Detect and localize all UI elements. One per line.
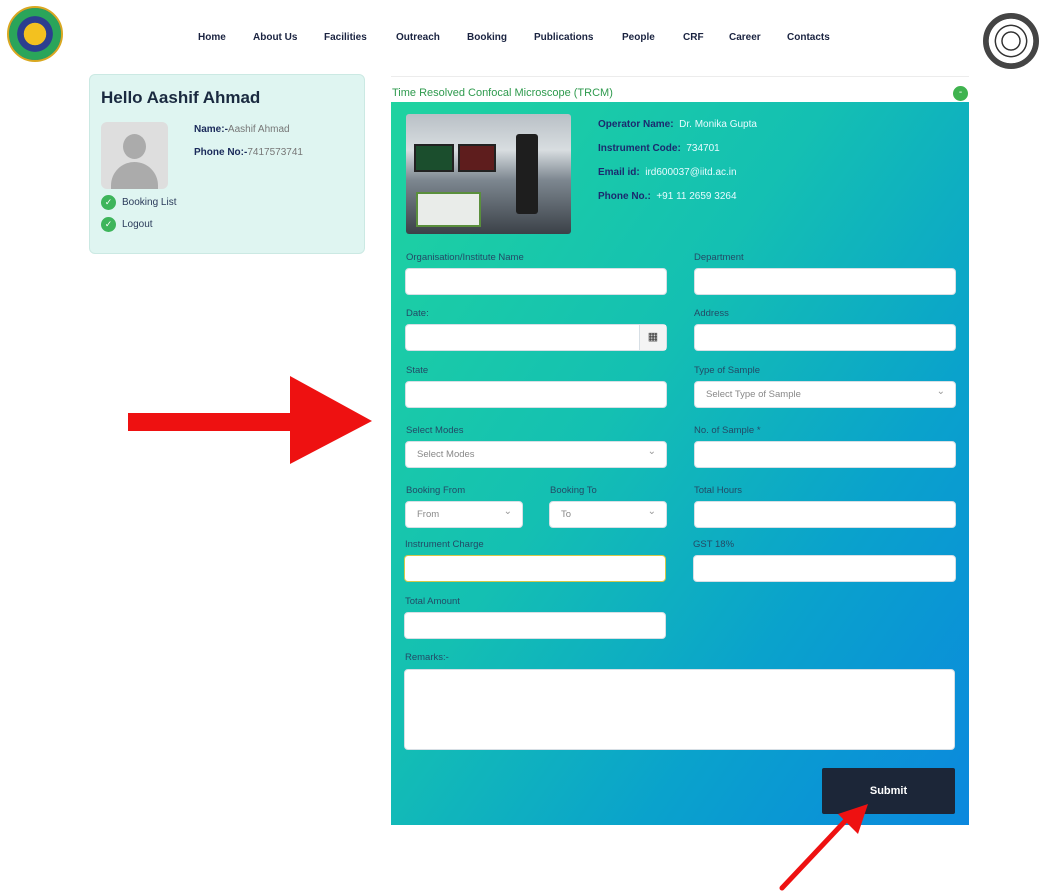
nav-home[interactable]: Home <box>198 32 226 43</box>
state-input[interactable] <box>405 381 667 408</box>
modes-select[interactable]: Select Modes <box>405 439 667 468</box>
photo-monitor-2 <box>458 144 496 172</box>
num-sample-input[interactable] <box>694 441 956 468</box>
booking-from-select[interactable]: From <box>405 499 523 528</box>
check-circle-icon: ✓ <box>101 195 116 210</box>
profile-name: Name:-Aashif Ahmad <box>194 124 290 135</box>
diagonal-arrow-annotation-icon <box>779 804 868 891</box>
profile-name-value: Aashif Ahmad <box>227 124 290 135</box>
booking-from-label: Booking From <box>406 485 466 496</box>
email-label: Email id: <box>598 167 640 178</box>
booking-list-link[interactable]: ✓ Booking List <box>101 195 176 210</box>
total-hours-input[interactable] <box>694 501 956 528</box>
phone-label: Phone No.: <box>598 191 651 202</box>
nav-booking[interactable]: Booking <box>467 32 507 43</box>
nav-contacts[interactable]: Contacts <box>787 32 830 43</box>
avatar-head-icon <box>123 134 146 159</box>
nav-outreach[interactable]: Outreach <box>396 32 440 43</box>
photo-microscope <box>516 134 538 214</box>
photo-monitor-1 <box>414 144 454 172</box>
address-input[interactable] <box>694 324 956 351</box>
main-nav: Home About Us Facilities Outreach Bookin… <box>0 32 1046 46</box>
check-circle-icon: ✓ <box>101 217 116 232</box>
instrument-code-label: Instrument Code: <box>598 143 681 154</box>
booking-to-label: Booking To <box>550 485 597 496</box>
operator-info: Operator Name: Dr. Monika Gupta <box>598 119 757 130</box>
gst-label: GST 18% <box>693 539 735 550</box>
email-info: Email id: ird600037@iitd.ac.in <box>598 167 737 178</box>
total-amount-label: Total Amount <box>405 596 460 607</box>
gst-input[interactable] <box>693 555 956 582</box>
email-value: ird600037@iitd.ac.in <box>645 167 737 178</box>
phone-info: Phone No.: +91 11 2659 3264 <box>598 191 737 202</box>
remarks-textarea[interactable] <box>404 669 955 750</box>
right-arrow-annotation-icon <box>128 376 372 464</box>
profile-card: Hello Aashif Ahmad Name:-Aashif Ahmad Ph… <box>89 74 365 254</box>
profile-name-label: Name:- <box>194 124 228 135</box>
dept-label: Department <box>694 252 744 263</box>
sample-type-select[interactable]: Select Type of Sample <box>694 379 956 408</box>
org-input[interactable] <box>405 268 667 295</box>
operator-label: Operator Name: <box>598 119 674 130</box>
phone-value: +91 11 2659 3264 <box>656 191 737 202</box>
sample-type-label: Type of Sample <box>694 365 761 376</box>
profile-phone-label: Phone No:- <box>194 147 248 158</box>
logout-label: Logout <box>122 219 153 230</box>
instrument-code-info: Instrument Code: 734701 <box>598 143 720 154</box>
modes-label: Select Modes <box>406 425 464 436</box>
nav-publications[interactable]: Publications <box>534 32 593 43</box>
instrument-code-value: 734701 <box>686 143 720 154</box>
date-input[interactable]: ▦ <box>405 324 667 351</box>
org-label: Organisation/Institute Name <box>406 252 524 263</box>
instrument-photo <box>406 114 571 234</box>
nav-facilities[interactable]: Facilities <box>324 32 367 43</box>
instrument-title[interactable]: Time Resolved Confocal Microscope (TRCM) <box>392 87 613 99</box>
profile-phone: Phone No:-7417573741 <box>194 147 303 158</box>
profile-phone-value: 7417573741 <box>247 147 303 158</box>
instrument-charge-label: Instrument Charge <box>405 539 484 550</box>
total-amount-input[interactable] <box>404 612 666 639</box>
avatar-body-icon <box>111 162 158 189</box>
booking-to-select[interactable]: To <box>549 499 667 528</box>
collapse-toggle-button[interactable]: - <box>953 86 968 101</box>
nav-people[interactable]: People <box>622 32 655 43</box>
address-label: Address <box>694 308 729 319</box>
nav-about-us[interactable]: About Us <box>253 32 297 43</box>
nav-crf[interactable]: CRF <box>683 32 704 43</box>
panel-divider <box>391 76 969 77</box>
booking-form-panel: Operator Name: Dr. Monika Gupta Instrume… <box>391 102 969 825</box>
nav-career[interactable]: Career <box>729 32 761 43</box>
instrument-charge-input[interactable] <box>404 555 666 582</box>
total-hours-label: Total Hours <box>694 485 743 496</box>
calendar-icon[interactable]: ▦ <box>639 325 666 350</box>
state-label: State <box>406 365 429 376</box>
logout-link[interactable]: ✓ Logout <box>101 217 153 232</box>
greeting-heading: Hello Aashif Ahmad <box>101 88 261 107</box>
remarks-label: Remarks:- <box>405 652 449 663</box>
date-label: Date: <box>406 308 429 319</box>
photo-console <box>416 192 481 227</box>
dept-input[interactable] <box>694 268 956 295</box>
operator-value: Dr. Monika Gupta <box>679 119 757 130</box>
num-sample-label: No. of Sample * <box>694 425 761 436</box>
avatar <box>101 122 168 189</box>
booking-list-label: Booking List <box>122 197 177 208</box>
